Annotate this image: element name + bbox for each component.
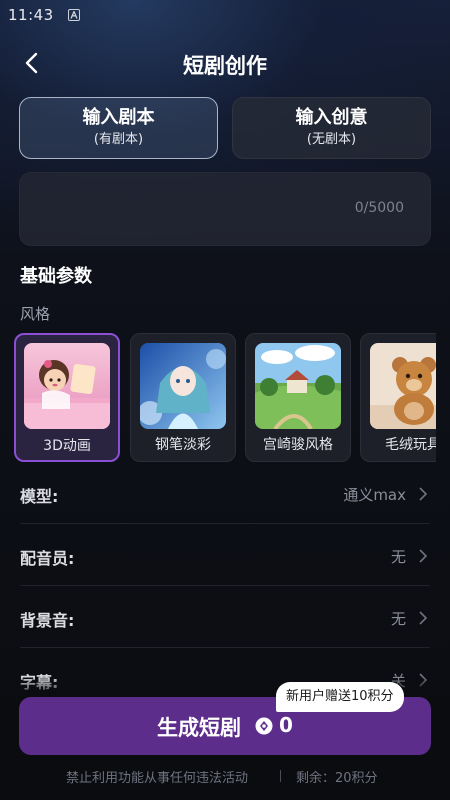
- style-name: 3D动画: [43, 438, 91, 454]
- style-thumbnail-3d-animation: [24, 343, 110, 429]
- setting-model[interactable]: 模型: 通义max: [20, 462, 430, 524]
- tab-sublabel: (无剧本): [306, 132, 357, 147]
- style-list: 3D动画 钢笔淡彩 宫崎骏风格 毛绒玩具: [14, 333, 436, 463]
- header: 短剧创作: [0, 40, 450, 86]
- setting-background-music[interactable]: 背景音: 无: [20, 586, 430, 648]
- style-name: 宫崎骏风格: [263, 437, 333, 453]
- setting-label: 模型:: [20, 487, 59, 506]
- setting-label: 背景音:: [20, 611, 75, 630]
- section-title-basic-params: 基础参数: [20, 266, 92, 287]
- status-time: 11:43: [8, 6, 54, 24]
- status-bar: 11:43: [0, 0, 450, 32]
- tab-label: 输入创意: [295, 107, 368, 128]
- style-card-pen-watercolor[interactable]: 钢笔淡彩: [130, 333, 236, 462]
- setting-value: 通义max: [343, 486, 406, 504]
- style-card-plush-toy[interactable]: 毛绒玩具: [360, 333, 436, 462]
- setting-voice-actor[interactable]: 配音员: 无: [20, 524, 430, 586]
- tab-input-idea[interactable]: 输入创意 (无剧本): [232, 97, 431, 159]
- style-name: 钢笔淡彩: [155, 437, 211, 453]
- new-user-promo-badge: 新用户赠送10积分: [276, 682, 404, 712]
- coin-icon: [255, 717, 273, 735]
- remaining-points: 剩余：20积分: [296, 771, 378, 786]
- mode-tabs: 输入剧本 (有剧本) 输入创意 (无剧本): [19, 97, 431, 159]
- page-title: 短剧创作: [183, 54, 267, 78]
- generate-cost: 0: [279, 713, 293, 737]
- chevron-right-icon: [418, 486, 428, 501]
- setting-label: 配音员:: [20, 549, 75, 568]
- tab-input-script[interactable]: 输入剧本 (有剧本): [19, 97, 218, 159]
- setting-value: 无: [390, 610, 406, 628]
- style-thumbnail-pen-watercolor: [140, 343, 226, 429]
- tab-sublabel: (有剧本): [93, 132, 144, 147]
- style-thumbnail-plush-toy: [370, 343, 436, 429]
- chevron-right-icon: [418, 610, 428, 625]
- tab-label: 输入剧本: [82, 107, 155, 128]
- style-thumbnail-miyazaki: [255, 343, 341, 429]
- footer-divider: [280, 770, 281, 782]
- a-square-icon: [68, 9, 80, 21]
- style-card-3d-animation[interactable]: 3D动画: [14, 333, 120, 462]
- setting-value: 无: [390, 548, 406, 566]
- generate-label: 生成短剧: [157, 716, 241, 740]
- footer-warning: 禁止利用功能从事任何违法活动: [66, 771, 249, 786]
- chevron-right-icon: [418, 548, 428, 563]
- style-name: 毛绒玩具: [385, 437, 436, 453]
- script-input[interactable]: 0/5000: [19, 172, 431, 246]
- style-label: 风格: [20, 305, 51, 323]
- char-counter: 0/5000: [354, 200, 404, 216]
- short-drama-page: 11:43 短剧创作 输入剧本 (有剧本) 输入创意 (无剧本) 0/5000 …: [0, 0, 450, 800]
- style-card-miyazaki[interactable]: 宫崎骏风格: [245, 333, 351, 462]
- footer: 禁止利用功能从事任何违法活动 剩余：20积分: [0, 767, 450, 786]
